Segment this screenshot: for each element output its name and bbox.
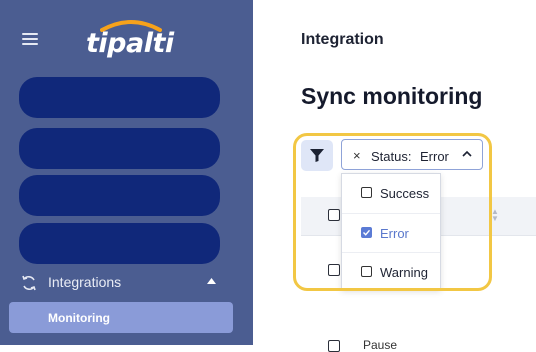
sidebar-item-label: Integrations xyxy=(48,274,122,290)
option-checkbox-checked[interactable] xyxy=(361,227,372,238)
sidebar-item-redacted-3[interactable] xyxy=(19,175,220,216)
sidebar-item-redacted-1[interactable] xyxy=(19,77,220,118)
hamburger-menu-icon[interactable] xyxy=(22,33,38,47)
sidebar-item-integrations[interactable]: Integrations xyxy=(20,272,226,294)
status-filter-chip[interactable]: × Status: Error xyxy=(341,139,483,170)
option-checkbox[interactable] xyxy=(361,187,372,198)
sidebar-item-redacted-2[interactable] xyxy=(19,128,220,169)
select-all-checkbox[interactable] xyxy=(328,209,340,221)
remove-filter-icon[interactable]: × xyxy=(353,148,361,163)
status-dropdown: Success Error Warning xyxy=(341,173,441,290)
sync-icon xyxy=(22,275,36,291)
option-error[interactable]: Error xyxy=(342,213,440,252)
option-label: Success xyxy=(380,186,430,201)
logo-text: tipalti xyxy=(86,28,174,59)
option-warning[interactable]: Warning xyxy=(342,252,440,291)
checkmark-icon xyxy=(363,229,371,236)
sidebar: tipalti Integrations Monitoring xyxy=(0,0,253,345)
filter-icon xyxy=(310,149,324,162)
option-label: Warning xyxy=(380,265,428,280)
row-checkbox[interactable] xyxy=(328,340,340,352)
sidebar-item-monitoring[interactable]: Monitoring xyxy=(9,302,233,333)
sidebar-item-label: Monitoring xyxy=(48,311,110,325)
filter-button[interactable] xyxy=(301,140,333,171)
sidebar-item-redacted-4[interactable] xyxy=(19,223,220,264)
tipalti-logo: tipalti xyxy=(86,18,174,62)
table-cell: Pause xyxy=(363,338,398,352)
caret-up-icon[interactable] xyxy=(207,278,216,284)
sort-icon[interactable]: ▲ ▼ xyxy=(491,208,499,223)
option-checkbox[interactable] xyxy=(361,266,372,277)
breadcrumb: Integration xyxy=(301,31,384,48)
option-success[interactable]: Success xyxy=(342,174,440,212)
chevron-up-icon[interactable] xyxy=(462,150,472,157)
row-checkbox[interactable] xyxy=(328,264,340,276)
filter-value: Error xyxy=(420,149,449,164)
page-title: Sync monitoring xyxy=(301,83,483,109)
filter-key: Status: xyxy=(371,149,412,164)
option-label: Error xyxy=(380,226,409,241)
